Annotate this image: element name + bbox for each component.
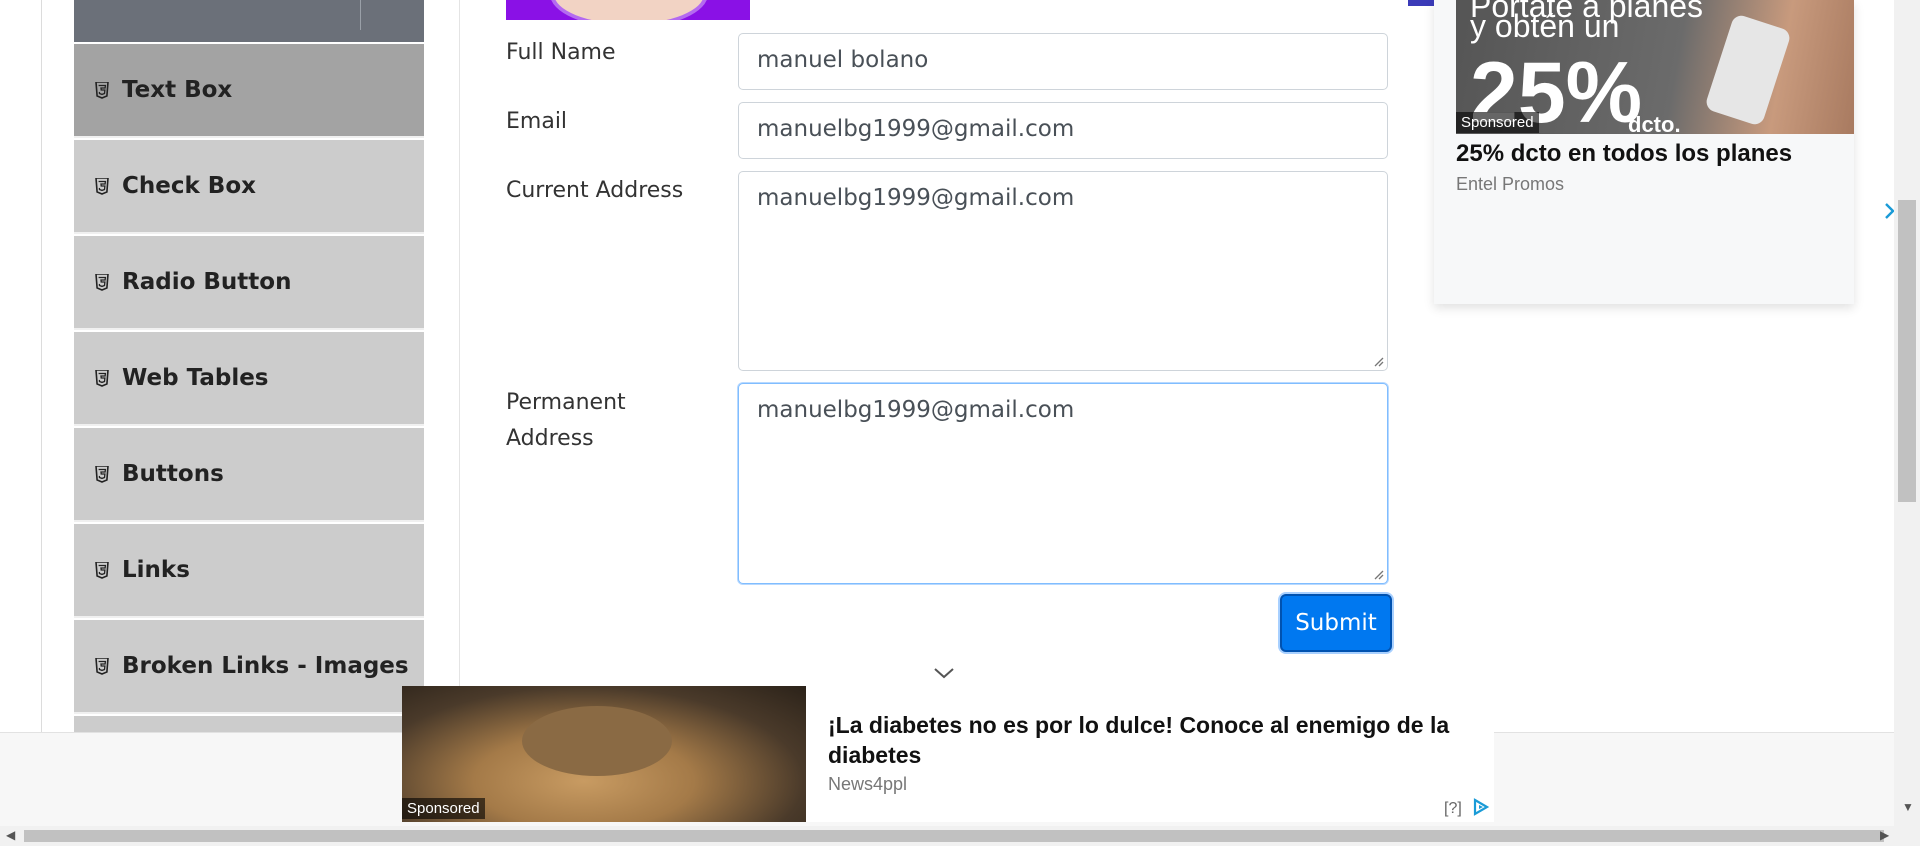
ad-promo-small: dcto.	[1628, 112, 1681, 134]
sidebar-item-label: Radio Button	[122, 269, 292, 295]
sidebar-item-label: Text Box	[122, 77, 233, 103]
phone-image	[1704, 13, 1792, 127]
bottom-ad[interactable]: Sponsored ¡La diabetes no es por lo dulc…	[402, 686, 1494, 822]
scroll-down-arrow-icon[interactable]: ▼	[1902, 800, 1914, 814]
resize-grip-icon[interactable]	[1372, 568, 1384, 580]
sidebar-item-broken-links-images[interactable]: Broken Links - Images	[74, 620, 424, 714]
header-divider	[360, 0, 361, 30]
horizontal-scrollbar[interactable]: ◀ ▶	[0, 826, 1920, 846]
full-name-value: manuel bolano	[757, 47, 929, 73]
content-divider	[459, 0, 460, 732]
html5-icon	[94, 176, 110, 196]
permanent-address-label-line1: Permanent	[506, 390, 626, 415]
html5-icon	[94, 656, 110, 676]
submit-button[interactable]: Submit	[1280, 594, 1392, 652]
sponsored-badge: Sponsored	[402, 798, 485, 819]
full-name-input[interactable]: manuel bolano	[738, 33, 1388, 90]
current-address-value: manuelbg1999@gmail.com	[757, 185, 1075, 211]
permanent-address-label: Permanent Address	[506, 385, 626, 457]
mushroom-image	[522, 706, 672, 776]
sidebar-item-buttons[interactable]: Buttons	[74, 428, 424, 522]
resize-grip-icon[interactable]	[1372, 355, 1384, 367]
email-input[interactable]: manuelbg1999@gmail.com	[738, 102, 1388, 159]
html5-icon	[94, 464, 110, 484]
sidebar-item-next[interactable]	[74, 716, 424, 732]
page-border-left	[41, 0, 42, 732]
permanent-address-value: manuelbg1999@gmail.com	[757, 397, 1075, 423]
email-value: manuelbg1999@gmail.com	[757, 116, 1075, 142]
permanent-address-textarea[interactable]: manuelbg1999@gmail.com	[738, 383, 1388, 584]
sidebar-group-header[interactable]	[74, 0, 424, 42]
sidebar-item-label: Links	[122, 557, 190, 583]
scroll-left-arrow-icon[interactable]: ◀	[6, 828, 15, 842]
ad-thumbnail-image[interactable]: Sponsored	[402, 686, 806, 822]
scroll-right-arrow-icon[interactable]: ▶	[1880, 828, 1889, 842]
vertical-scrollbar[interactable]: ▼	[1894, 0, 1920, 826]
vertical-scroll-thumb[interactable]	[1898, 200, 1916, 502]
banner-person-image	[550, 0, 708, 20]
sidebar-item-web-tables[interactable]: Web Tables	[74, 332, 424, 426]
sidebar-item-text-box[interactable]: Text Box	[74, 44, 424, 138]
sidebar-item-check-box[interactable]: Check Box	[74, 140, 424, 234]
ad-help-link[interactable]: [?]	[1444, 800, 1462, 818]
ad-headline[interactable]: 25% dcto en todos los planes	[1456, 140, 1792, 168]
sidebar-item-label: Broken Links - Images	[122, 653, 409, 679]
current-address-label: Current Address	[506, 178, 684, 203]
ad-headline[interactable]: ¡La diabetes no es por lo dulce! Conoce …	[828, 710, 1488, 770]
sidebar-item-label: Web Tables	[122, 365, 269, 391]
html5-icon	[94, 272, 110, 292]
chevron-down-icon[interactable]	[932, 664, 956, 682]
sidebar-item-label: Check Box	[122, 173, 256, 199]
adchoices-icon[interactable]	[1472, 798, 1490, 816]
html5-icon	[94, 80, 110, 100]
horizontal-scroll-thumb[interactable]	[24, 830, 1884, 842]
ad-advertiser: News4ppl	[828, 774, 908, 794]
right-ad[interactable]: Portate a planes y obtén un 25% dcto. Sp…	[1434, 0, 1854, 304]
ad-promo-line2: y obtén un	[1470, 8, 1620, 44]
sponsored-badge: Sponsored	[1456, 112, 1539, 133]
sidebar-item-radio-button[interactable]: Radio Button	[74, 236, 424, 330]
html5-icon	[94, 560, 110, 580]
ad-advertiser: Entel Promos	[1456, 174, 1565, 194]
email-label: Email	[506, 109, 568, 134]
adchoices-icon[interactable]	[1884, 202, 1894, 220]
full-name-label: Full Name	[506, 40, 616, 65]
permanent-address-label-line2: Address	[506, 426, 594, 451]
sidebar-item-label: Buttons	[122, 461, 224, 487]
html5-icon	[94, 368, 110, 388]
current-address-textarea[interactable]: manuelbg1999@gmail.com	[738, 171, 1388, 371]
top-banner-image	[506, 0, 750, 20]
sidebar-item-links[interactable]: Links	[74, 524, 424, 618]
sidebar: Text Box Check Box Radio Button Web Tabl…	[74, 0, 424, 732]
